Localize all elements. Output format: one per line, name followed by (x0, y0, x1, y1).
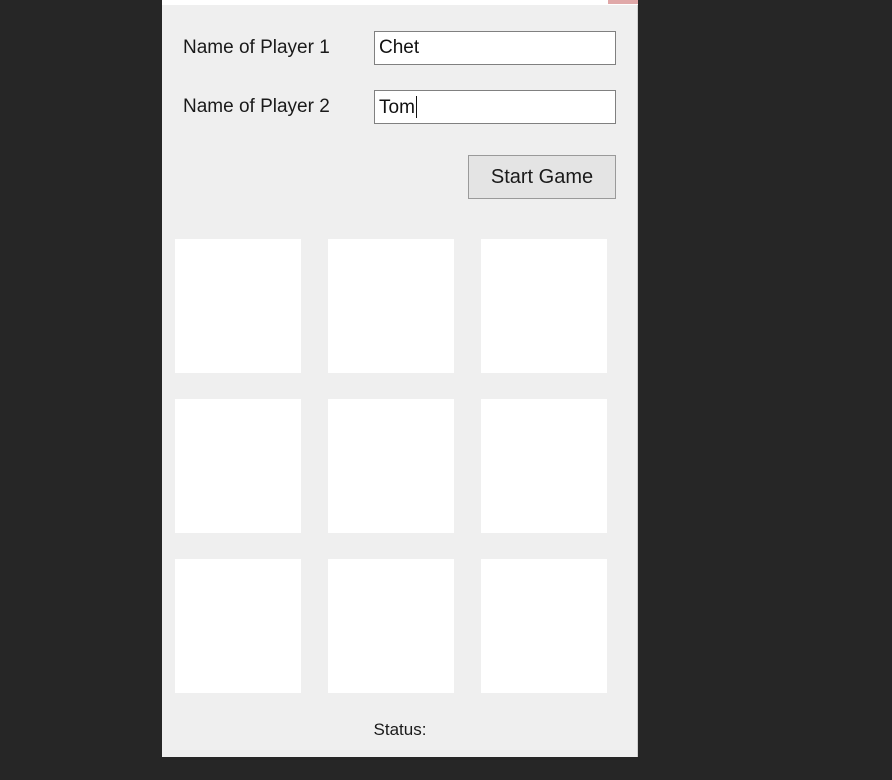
board-cell-3[interactable] (175, 399, 301, 533)
board-cell-4[interactable] (328, 399, 454, 533)
board-cell-2[interactable] (481, 239, 607, 373)
player2-row: Name of Player 2 Tom (162, 90, 638, 124)
player1-label: Name of Player 1 (183, 37, 330, 58)
player2-name-input[interactable]: Tom (374, 90, 616, 124)
player2-input-text: Tom (379, 96, 415, 118)
board-cell-0[interactable] (175, 239, 301, 373)
tic-tac-toe-window: Name of Player 1 Name of Player 2 Tom St… (162, 0, 638, 757)
status-label: Status: (373, 720, 427, 739)
player1-name-input[interactable] (374, 31, 616, 65)
player1-row: Name of Player 1 (162, 31, 638, 65)
game-board (175, 239, 628, 693)
player2-label: Name of Player 2 (183, 96, 330, 117)
close-icon[interactable] (608, 0, 638, 4)
board-cell-1[interactable] (328, 239, 454, 373)
window-titlebar (162, 0, 638, 5)
board-cell-5[interactable] (481, 399, 607, 533)
board-cell-7[interactable] (328, 559, 454, 693)
board-cell-6[interactable] (175, 559, 301, 693)
text-caret (415, 96, 417, 118)
board-cell-8[interactable] (481, 559, 607, 693)
start-game-button[interactable]: Start Game (468, 155, 616, 199)
